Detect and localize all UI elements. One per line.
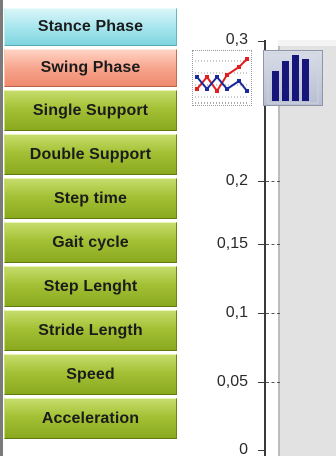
gridline bbox=[266, 313, 280, 314]
bar-chart-button[interactable] bbox=[263, 50, 323, 106]
y-tick-mark bbox=[258, 41, 265, 42]
window-left-border bbox=[0, 0, 3, 456]
step-time-button[interactable]: Step time bbox=[4, 178, 177, 219]
single-support-button[interactable]: Single Support bbox=[4, 90, 177, 131]
y-tick-mark bbox=[258, 450, 265, 451]
acceleration-button[interactable]: Acceleration bbox=[4, 398, 177, 439]
line-chart-icon bbox=[195, 57, 249, 104]
gait-cycle-button[interactable]: Gait cycle bbox=[4, 222, 177, 263]
y-tick-label: 0,3 bbox=[225, 31, 248, 48]
gait-analysis-window: Stance Phase Swing Phase Single Support … bbox=[0, 0, 336, 456]
y-tick-label: 0,05 bbox=[216, 373, 248, 390]
line-chart-button[interactable] bbox=[192, 50, 252, 106]
stance-phase-button[interactable]: Stance Phase bbox=[4, 8, 177, 46]
speed-button[interactable]: Speed bbox=[4, 354, 177, 395]
gait-parameter-menu: Stance Phase Swing Phase Single Support … bbox=[4, 8, 177, 442]
y-tick-mark bbox=[258, 181, 265, 182]
gridline bbox=[266, 244, 280, 245]
y-tick-mark bbox=[258, 244, 265, 245]
y-tick-label: 0,15 bbox=[216, 235, 248, 252]
gridline bbox=[266, 181, 280, 182]
swing-phase-button[interactable]: Swing Phase bbox=[4, 49, 177, 87]
bar-chart-icon bbox=[267, 52, 319, 104]
y-tick-label: 0 bbox=[239, 441, 248, 456]
stride-length-button[interactable]: Stride Length bbox=[4, 310, 177, 351]
double-support-button[interactable]: Double Support bbox=[4, 134, 177, 175]
gridline bbox=[266, 382, 280, 383]
y-tick-label: 0,1 bbox=[225, 304, 248, 321]
y-tick-mark bbox=[258, 382, 265, 383]
y-tick-label: 0,2 bbox=[225, 172, 248, 189]
y-tick-mark bbox=[258, 313, 265, 314]
step-length-button[interactable]: Step Lenght bbox=[4, 266, 177, 307]
plot-top-band bbox=[278, 40, 336, 46]
